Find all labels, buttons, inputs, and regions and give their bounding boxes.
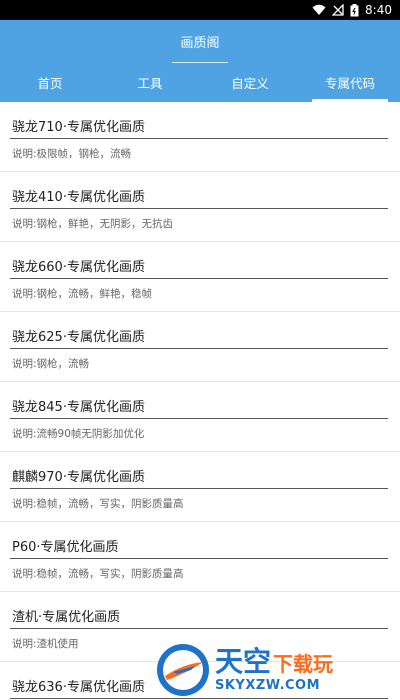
item-divider xyxy=(10,628,388,629)
status-bar: 8:40 xyxy=(0,0,400,20)
item-divider xyxy=(10,208,388,209)
item-description: 说明:流畅90帧无阴影加优化 xyxy=(12,428,145,440)
list-item[interactable]: P60·专属优化画质 说明:稳帧，流畅，写实，阴影质量高 xyxy=(0,522,400,592)
list-item[interactable]: 骁龙710·专属优化画质 说明:极限帧，钢枪，流畅 xyxy=(0,102,400,172)
page-title: 画质阁 xyxy=(180,35,220,51)
tab-label: 首页 xyxy=(37,75,63,91)
watermark-brand-a: 天空 xyxy=(215,645,272,678)
item-title: 渣机·专属优化画质 xyxy=(12,610,121,625)
item-divider xyxy=(10,558,388,559)
item-description: 说明:稳帧，流畅，写实，阴影质量高 xyxy=(12,568,184,580)
item-description: 说明:极限帧，钢枪，流畅 xyxy=(12,148,132,160)
item-title: P60·专属优化画质 xyxy=(12,540,119,555)
battery-icon xyxy=(350,3,359,17)
item-description: 说明:钢枪，流畅，鲜艳，稳帧 xyxy=(12,288,153,300)
watermark-domain: SKYXZW.COM xyxy=(215,678,321,693)
list-item[interactable]: 骁龙845·专属优化画质 说明:流畅90帧无阴影加优化 xyxy=(0,382,400,452)
watermark-brand-b: 下载玩 xyxy=(273,652,334,676)
item-description: 说明:稳帧，流畅，写实，阴影质量高 xyxy=(12,498,184,510)
tab-label: 自定义 xyxy=(231,75,269,91)
app-title-wrap: 画质阁 xyxy=(172,32,228,63)
tab-tools[interactable]: 工具 xyxy=(100,62,200,102)
item-divider xyxy=(10,138,388,139)
site-watermark: 天空 下载玩 SKYXZW.COM xyxy=(155,640,395,700)
item-title: 骁龙845·专属优化画质 xyxy=(12,400,145,415)
signal-icon xyxy=(332,4,344,16)
wifi-icon xyxy=(312,4,326,16)
list-item[interactable]: 骁龙660·专属优化画质 说明:钢枪，流畅，鲜艳，稳帧 xyxy=(0,242,400,312)
watermark-text: 天空 下载玩 SKYXZW.COM xyxy=(215,648,333,693)
item-title: 骁龙636·专属优化画质 xyxy=(12,680,145,695)
list-item[interactable]: 麒麟970·专属优化画质 说明:稳帧，流畅，写实，阴影质量高 xyxy=(0,452,400,522)
item-divider xyxy=(10,348,388,349)
item-divider xyxy=(10,488,388,489)
tab-custom[interactable]: 自定义 xyxy=(200,62,300,102)
item-title: 骁龙710·专属优化画质 xyxy=(12,120,145,135)
item-description: 说明:钢枪，鲜艳，无阴影，无抗齿 xyxy=(12,218,174,230)
preset-list: 骁龙710·专属优化画质 说明:极限帧，钢枪，流畅 骁龙410·专属优化画质 说… xyxy=(0,102,400,700)
list-item[interactable]: 骁龙410·专属优化画质 说明:钢枪，鲜艳，无阴影，无抗齿 xyxy=(0,172,400,242)
status-time: 8:40 xyxy=(365,3,392,17)
watermark-logo-icon xyxy=(157,644,209,696)
item-divider xyxy=(10,278,388,279)
item-title: 麒麟970·专属优化画质 xyxy=(12,470,145,485)
item-divider xyxy=(10,418,388,419)
app-bar: 画质阁 xyxy=(0,20,400,63)
tab-bar: 首页 工具 自定义 专属代码 xyxy=(0,62,400,102)
tab-label: 专属代码 xyxy=(324,75,375,91)
item-description: 说明:钢枪，流畅 xyxy=(12,358,90,370)
list-item[interactable]: 骁龙625·专属优化画质 说明:钢枪，流畅 xyxy=(0,312,400,382)
tab-home[interactable]: 首页 xyxy=(0,62,100,102)
watermark-main: 天空 下载玩 xyxy=(215,648,333,676)
tab-exclusive-code[interactable]: 专属代码 xyxy=(300,62,400,102)
item-title: 骁龙625·专属优化画质 xyxy=(12,330,145,345)
tab-label: 工具 xyxy=(137,75,163,91)
item-title: 骁龙410·专属优化画质 xyxy=(12,190,145,205)
item-title: 骁龙660·专属优化画质 xyxy=(12,260,145,275)
item-description: 说明:渣机使用 xyxy=(12,638,79,650)
